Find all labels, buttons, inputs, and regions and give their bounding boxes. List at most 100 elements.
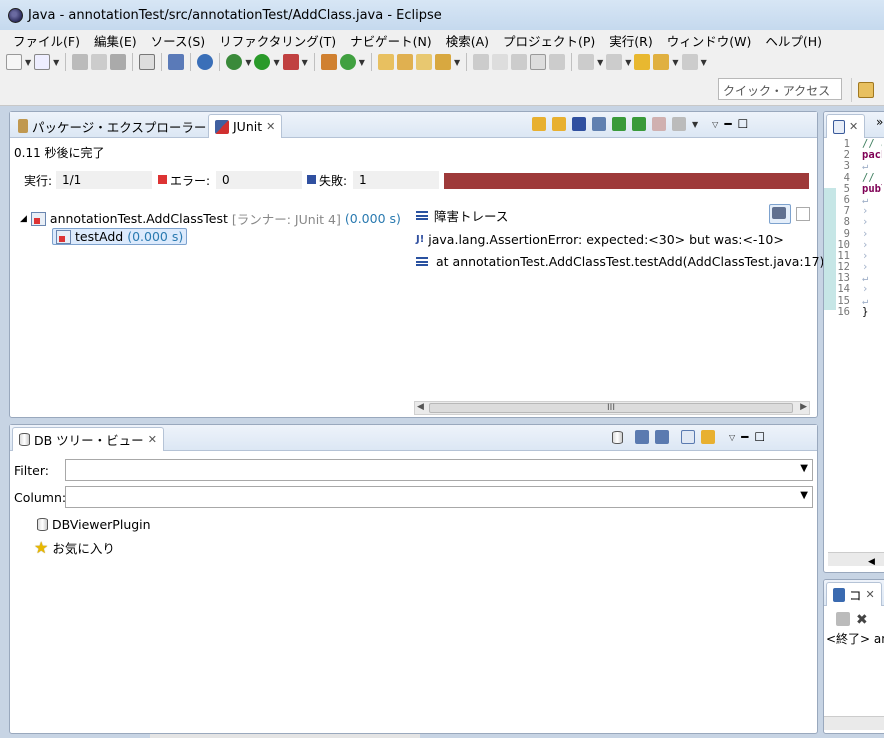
close-icon[interactable]: ✕ [266,120,275,133]
binary-icon[interactable] [139,54,156,70]
menu-refactor[interactable]: リファクタリング(T) [212,31,343,50]
prev-annotation-dropdown-icon[interactable]: ▼ [625,58,631,67]
code-line[interactable]: 11 › [824,250,882,262]
collapse-icon[interactable]: ◢ [20,214,27,224]
debug-icon[interactable] [226,54,243,70]
next-annotation-icon[interactable] [578,54,595,70]
stop-icon[interactable] [652,117,666,131]
view-menu-icon[interactable]: ▽ [712,120,718,129]
block-select-icon[interactable] [530,54,547,70]
code-line[interactable]: 10 › [824,239,882,251]
next-annotation-dropdown-icon[interactable]: ▼ [597,58,603,67]
menu-search[interactable]: 検索(A) [439,31,496,50]
chevron-down-icon[interactable]: ▼ [800,490,808,501]
code-line[interactable]: 16} [824,306,882,318]
save-icon[interactable] [72,54,89,70]
code-line[interactable]: 7 › [824,205,882,217]
view-menu-icon[interactable]: ▽ [729,433,735,442]
menu-project[interactable]: プロジェクト(P) [496,31,602,50]
annotation-icon[interactable] [511,54,528,70]
code-line[interactable]: 2pack [824,149,882,161]
filter-combo[interactable]: ▼ [65,459,813,481]
external-tools-icon[interactable] [282,54,299,70]
brush-icon[interactable] [492,54,509,70]
scroll-right-icon[interactable]: ▶ [800,402,807,412]
menu-window[interactable]: ウィンドウ(W) [660,31,759,50]
remove-launch-icon[interactable]: ✖ [856,612,868,628]
code-line[interactable]: 13 ↵ [824,273,882,284]
db-tree-item[interactable]: ★ お気に入り [34,538,115,557]
new-dropdown-icon[interactable]: ▼ [25,58,31,67]
new-class-icon[interactable] [339,54,356,70]
quick-access-input[interactable]: クイック・アクセス [718,78,842,100]
collapse-all-icon[interactable] [681,430,695,444]
forward-dropdown-icon[interactable]: ▼ [701,58,707,67]
debug-dropdown-icon[interactable]: ▼ [245,58,251,67]
pen-dropdown-icon[interactable]: ▼ [454,58,460,67]
menu-help[interactable]: ヘルプ(H) [758,31,829,50]
code-line[interactable]: 5publ [824,183,882,195]
open-type-icon[interactable] [377,54,394,70]
add-database-icon[interactable] [612,430,623,444]
code-line[interactable]: 8 › [824,217,882,228]
external-dropdown-icon[interactable]: ▼ [302,58,308,67]
tab-console[interactable]: コ ✕ [826,582,882,606]
pin-icon[interactable] [473,54,490,70]
close-icon[interactable]: ✕ [148,433,157,446]
chevron-down-icon[interactable]: ▼ [800,463,808,474]
next-failure-icon[interactable] [532,117,546,131]
new-package-icon[interactable] [320,54,337,70]
tab-package-explorer[interactable]: パッケージ・エクスプローラー [12,114,212,138]
code-line[interactable]: 15 ↵ [824,295,882,307]
export-icon[interactable] [655,430,669,444]
class-dropdown-icon[interactable]: ▼ [359,58,365,67]
wizard-dropdown-icon[interactable]: ▼ [53,58,59,67]
code-line[interactable]: 1// a [824,138,882,150]
show-whitespace-icon[interactable] [549,54,566,70]
trace-horizontal-scrollbar[interactable]: ◀ III ▶ [414,401,810,415]
folder-icon[interactable] [415,54,432,70]
run-icon[interactable] [254,54,271,70]
settings-gear-icon[interactable] [197,54,214,70]
forward-icon[interactable] [681,54,698,70]
prev-annotation-icon[interactable] [606,54,623,70]
menu-file[interactable]: ファイル(F) [6,31,87,50]
import-icon[interactable] [635,430,649,444]
tree-test-row[interactable]: testAdd (0.000 s) [52,228,188,245]
code-line[interactable]: 12 › [824,261,882,273]
trace-line[interactable]: at annotationTest.AddClassTest.testAdd(A… [416,254,824,269]
column-combo[interactable]: ▼ [65,486,813,508]
maximize-icon[interactable]: ☐ [754,430,765,444]
skip-breakpoints-icon[interactable] [168,54,185,70]
code-line[interactable]: 9 › [824,228,882,240]
open-resource-icon[interactable] [396,54,413,70]
show-failures-only-icon[interactable] [572,117,586,131]
close-icon[interactable]: ✕ [849,120,858,133]
menu-edit[interactable]: 編集(E) [87,31,144,50]
new-wizard-icon[interactable] [34,54,51,70]
save-all-icon[interactable] [91,54,108,70]
link-editor-icon[interactable] [701,430,715,444]
history-icon[interactable] [672,117,686,131]
close-icon[interactable]: ✕ [866,588,875,601]
terminate-icon[interactable] [836,612,850,626]
code-line[interactable]: 3 ↵ [824,161,882,172]
db-tree-item[interactable]: DBViewerPlugin [37,517,151,532]
console-hscroll[interactable] [824,716,884,730]
scroll-left-icon[interactable]: ◀ [828,557,875,567]
code-line[interactable]: 6 ↵ [824,194,882,206]
back-dropdown-icon[interactable]: ▼ [672,58,678,67]
tree-root-row[interactable]: ◢ annotationTest.AddClassTest [ランナー: JUn… [20,209,401,228]
minimize-icon[interactable]: ━ [724,117,731,131]
trace-line[interactable]: J! java.lang.AssertionError: expected:<3… [416,232,784,247]
prev-failure-icon[interactable] [552,117,566,131]
run-dropdown-icon[interactable]: ▼ [273,58,279,67]
tab-db-tree[interactable]: DB ツリー・ビュー ✕ [12,427,164,451]
scroll-left-icon[interactable]: ◀ [417,402,424,412]
filter-stack-button[interactable] [769,204,791,224]
editor-code[interactable]: 1// a2pack3↵4// カ5publ6↵7›8›9›10›11›12›1… [824,138,882,318]
back-icon[interactable] [653,54,670,70]
open-perspective-button[interactable] [851,78,879,102]
rerun-icon[interactable] [612,117,626,131]
menu-run[interactable]: 実行(R) [602,31,659,50]
